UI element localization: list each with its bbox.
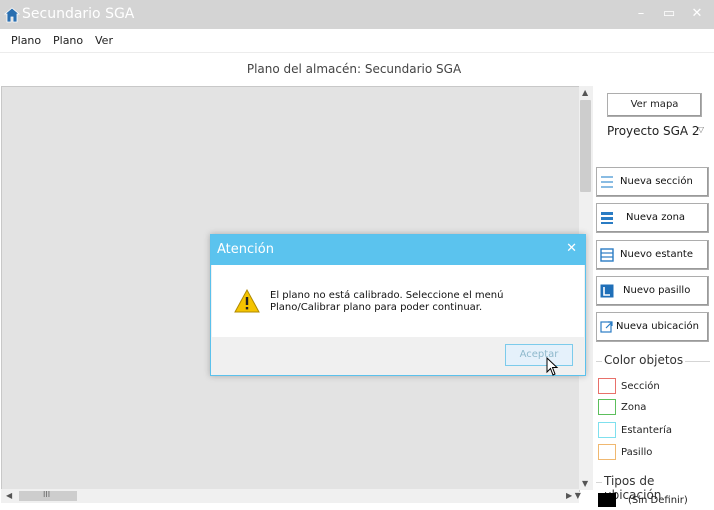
nueva-seccion-button[interactable]: Nueva sección: [596, 167, 709, 197]
scroll-right-icon[interactable]: ▶ ▼: [566, 491, 581, 500]
plan-header-text: Plano del almacén: Secundario SGA: [246, 62, 462, 76]
home-app-icon: [4, 7, 20, 23]
attention-dialog: Atención ✕ El plano no está calibrado. S…: [210, 234, 586, 376]
estanteria-color-label: Estantería: [621, 425, 673, 436]
nuevo-estante-label: Nuevo estante: [620, 249, 694, 260]
menu-plano-2[interactable]: Plano: [53, 34, 83, 47]
nueva-ubicacion-label: Nueva ubicación: [616, 321, 700, 332]
nuevo-pasillo-label: Nuevo pasillo: [623, 285, 691, 296]
plan-header: Plano del almacén: Secundario SGA: [0, 62, 714, 76]
menu-plano[interactable]: Plano: [11, 34, 41, 47]
project-select-value: Proyecto SGA 2: [607, 124, 700, 138]
seccion-color-swatch[interactable]: [598, 378, 616, 394]
nueva-zona-label: Nueva zona: [626, 212, 686, 223]
shelf-icon: [600, 248, 614, 262]
pasillo-color-swatch[interactable]: [598, 444, 616, 460]
aisle-icon: [600, 284, 614, 298]
dialog-titlebar: Atención ✕: [211, 235, 585, 265]
zone-icon: [601, 212, 613, 224]
warning-icon: [234, 289, 260, 313]
project-select[interactable]: Proyecto SGA 2 ▽: [607, 124, 704, 142]
minimize-button[interactable]: –: [628, 4, 654, 24]
dialog-title: Atención: [217, 242, 274, 257]
nueva-seccion-label: Nueva sección: [620, 176, 693, 187]
dropdown-caret-icon: ▽: [697, 125, 704, 134]
location-icon: [600, 321, 613, 333]
zona-color-swatch[interactable]: [598, 399, 616, 415]
color-objetos-legend: Color objetos: [602, 353, 686, 367]
window-title: Secundario SGA: [22, 6, 135, 22]
window-titlebar: Secundario SGA – ▭ ✕: [0, 0, 714, 29]
maximize-button[interactable]: ▭: [656, 4, 682, 24]
nueva-zona-button[interactable]: Nueva zona: [596, 203, 709, 233]
mouse-cursor-icon: [546, 357, 559, 376]
dialog-message: El plano no está calibrado. Seleccione e…: [270, 290, 504, 313]
close-button[interactable]: ✕: [684, 4, 710, 24]
zona-color-label: Zona: [621, 402, 647, 413]
ver-mapa-button[interactable]: Ver mapa: [607, 93, 702, 117]
sin-definir-label: (Sin Definir): [628, 495, 688, 506]
dialog-close-button[interactable]: ✕: [566, 241, 577, 256]
nueva-ubicacion-button[interactable]: Nueva ubicación: [596, 312, 709, 342]
lines-icon: [601, 176, 613, 188]
nuevo-estante-button[interactable]: Nuevo estante: [596, 240, 709, 270]
horizontal-scrollbar[interactable]: ◀ III: [1, 489, 579, 503]
vertical-scroll-thumb[interactable]: [580, 100, 591, 192]
sin-definir-color-swatch[interactable]: [598, 493, 616, 507]
estanteria-color-swatch[interactable]: [598, 422, 616, 438]
dialog-body: El plano no está calibrado. Seleccione e…: [212, 265, 584, 337]
scroll-grip: III: [43, 490, 51, 499]
pasillo-color-label: Pasillo: [621, 447, 653, 458]
menu-bar: Plano Plano Ver: [0, 29, 714, 53]
seccion-color-label: Sección: [621, 381, 660, 392]
scroll-left-icon[interactable]: ◀: [6, 491, 12, 500]
menu-ver[interactable]: Ver: [95, 34, 113, 47]
aceptar-button[interactable]: Aceptar: [505, 344, 573, 366]
scroll-down-icon[interactable]: ▼: [582, 479, 588, 488]
scroll-up-icon[interactable]: ▲: [582, 88, 588, 97]
nuevo-pasillo-button[interactable]: Nuevo pasillo: [596, 276, 709, 306]
